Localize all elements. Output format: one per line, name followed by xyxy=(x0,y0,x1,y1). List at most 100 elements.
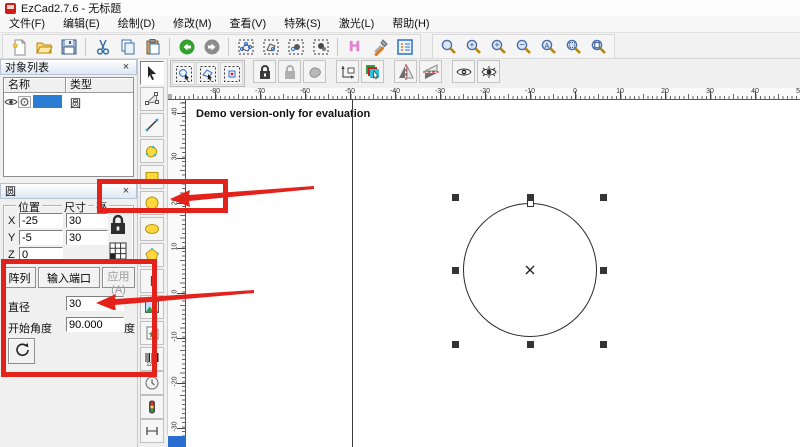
toolbar-separator xyxy=(85,38,86,56)
text-icon[interactable]: I xyxy=(140,269,164,293)
undo-icon[interactable] xyxy=(175,36,198,57)
z-position-input[interactable] xyxy=(19,247,63,262)
mirror-vertical-icon[interactable] xyxy=(419,60,442,83)
io-control-icon[interactable] xyxy=(140,395,164,419)
extend-axis-icon[interactable] xyxy=(140,419,164,443)
show-all-icon[interactable] xyxy=(477,60,500,83)
zoom-workspace-icon[interactable] xyxy=(587,36,610,57)
start-angle-input[interactable] xyxy=(66,317,124,332)
toolbar-separator xyxy=(337,38,338,56)
properties-panel-icon[interactable] xyxy=(393,36,416,57)
tools-icon[interactable] xyxy=(368,36,391,57)
bitmap-icon[interactable] xyxy=(140,295,164,319)
demo-watermark-text: Demo version-only for evaluation xyxy=(196,108,370,120)
x-position-input[interactable] xyxy=(19,213,63,228)
node-edit-icon[interactable] xyxy=(140,87,164,111)
array-grid-icon[interactable] xyxy=(106,240,130,262)
column-header-name[interactable]: 名称 xyxy=(4,78,66,93)
handle-mid-left[interactable] xyxy=(452,267,459,274)
handle-bottom-left[interactable] xyxy=(452,341,459,348)
select-arrow-icon[interactable] xyxy=(140,61,164,85)
visible-eye-icon[interactable] xyxy=(4,96,18,108)
unlock-icon[interactable] xyxy=(278,60,301,83)
lock-ratio-icon[interactable] xyxy=(106,211,130,239)
curve-icon[interactable] xyxy=(140,139,164,163)
barcode-icon[interactable]: 1234 xyxy=(140,347,164,371)
menu-file[interactable]: 文件(F) xyxy=(0,16,54,32)
selected-name-highlight[interactable] xyxy=(33,95,62,108)
menu-laser[interactable]: 激光(L) xyxy=(330,16,383,32)
title-bar: EzCad2.7.6 - 无标题 xyxy=(0,0,800,16)
diameter-input[interactable] xyxy=(66,296,124,311)
mirror-horizontal-icon[interactable] xyxy=(394,60,417,83)
drawing-canvas[interactable]: Demo version-only for evaluation xyxy=(186,100,800,447)
pick-node-icon[interactable] xyxy=(172,62,195,85)
delay-icon[interactable] xyxy=(140,371,164,395)
group-icon[interactable] xyxy=(259,36,282,57)
pick-center-icon[interactable] xyxy=(220,62,243,85)
vector-file-icon[interactable] xyxy=(140,321,164,345)
object-row[interactable]: 圆 xyxy=(4,94,133,109)
vertical-ruler: 403020100-10-20-30 xyxy=(168,100,186,447)
close-icon[interactable]: × xyxy=(120,185,132,197)
move-origin-icon[interactable] xyxy=(336,60,359,83)
hatch-select-icon[interactable] xyxy=(284,36,307,57)
close-icon[interactable]: × xyxy=(120,61,132,73)
rotate-icon[interactable] xyxy=(8,338,35,364)
object-list-titlebar: 对象列表 × xyxy=(0,59,137,75)
save-icon[interactable] xyxy=(57,36,80,57)
svg-text:I: I xyxy=(150,273,154,289)
circle-icon[interactable] xyxy=(140,191,164,215)
x-size-input[interactable] xyxy=(66,213,108,228)
magnifier-icon[interactable] xyxy=(437,36,460,57)
left-panel-column: 对象列表 × 名称 类型 圆 圆 × 位置 尺寸 毫 X xyxy=(0,59,138,447)
zoom-in-icon[interactable]: + xyxy=(487,36,510,57)
y-size-input[interactable] xyxy=(66,230,108,245)
node-select-icon[interactable] xyxy=(309,36,332,57)
paste-icon[interactable] xyxy=(141,36,164,57)
object-list-table: 名称 类型 圆 xyxy=(3,77,134,177)
handle-bottom-right[interactable] xyxy=(600,341,607,348)
line-icon[interactable] xyxy=(140,113,164,137)
menu-special[interactable]: 特殊(S) xyxy=(275,16,330,32)
column-header-type[interactable]: 类型 xyxy=(66,78,133,93)
new-icon[interactable] xyxy=(7,36,30,57)
pick-color-icon[interactable] xyxy=(361,60,384,83)
zoom-out-icon[interactable]: − xyxy=(512,36,535,57)
hatch-icon[interactable]: H xyxy=(343,36,366,57)
lock-shape-icon[interactable] xyxy=(303,60,326,83)
ellipse-icon[interactable] xyxy=(140,217,164,241)
circle-start-point-node[interactable] xyxy=(527,200,534,207)
shape-center-mark xyxy=(524,264,536,276)
ungroup-icon[interactable] xyxy=(234,36,257,57)
input-port-button[interactable]: 输入端口 xyxy=(38,267,100,288)
array-button[interactable]: 阵列 xyxy=(3,267,36,288)
y-position-input[interactable] xyxy=(19,230,63,245)
lock-icon[interactable] xyxy=(253,60,276,83)
toolbar-separator xyxy=(169,38,170,56)
zoom-selection-icon[interactable] xyxy=(562,36,585,57)
show-preview-icon[interactable] xyxy=(452,60,475,83)
open-icon[interactable] xyxy=(32,36,55,57)
axis-x-label: X xyxy=(8,215,16,227)
handle-mid-right[interactable] xyxy=(600,267,607,274)
zoom-all-icon[interactable]: A xyxy=(537,36,560,57)
copy-icon[interactable] xyxy=(116,36,139,57)
menu-draw[interactable]: 绘制(D) xyxy=(109,16,164,32)
menu-help[interactable]: 帮助(H) xyxy=(383,16,438,32)
handle-bottom-center[interactable] xyxy=(527,341,534,348)
menu-bar: 文件(F) 编辑(E) 绘制(D) 修改(M) 查看(V) 特殊(S) 激光(L… xyxy=(0,16,800,32)
menu-view[interactable]: 查看(V) xyxy=(221,16,276,32)
cut-icon[interactable] xyxy=(91,36,114,57)
polygon-icon[interactable] xyxy=(140,243,164,267)
menu-modify[interactable]: 修改(M) xyxy=(164,16,221,32)
redo-icon[interactable] xyxy=(200,36,223,57)
handle-top-left[interactable] xyxy=(452,194,459,201)
pick-object-icon[interactable] xyxy=(196,62,219,85)
apply-button[interactable]: 应用(A) xyxy=(102,267,135,288)
handle-top-right[interactable] xyxy=(600,194,607,201)
rectangle-icon[interactable] xyxy=(140,165,164,189)
zoom-window-icon[interactable]: + xyxy=(462,36,485,57)
window-title: EzCad2.7.6 - 无标题 xyxy=(21,0,121,16)
menu-edit[interactable]: 编辑(E) xyxy=(54,16,109,32)
